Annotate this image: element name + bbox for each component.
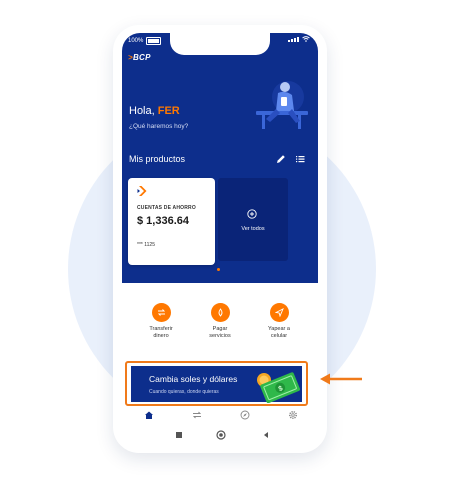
compass-icon[interactable] <box>240 410 250 420</box>
see-all-label: Ver todos <box>241 226 265 232</box>
yapear-action[interactable]: Yapear a celular <box>257 303 301 340</box>
plus-circle-icon <box>247 209 257 219</box>
greeting-prefix: Hola, <box>129 105 155 117</box>
header-panel: 100% >BCP Hola, FER ¿Qué haremos hoy? Mi… <box>122 33 318 283</box>
arrow-left-icon <box>320 373 362 385</box>
circle-icon[interactable] <box>216 430 226 440</box>
home-icon[interactable] <box>144 410 154 420</box>
banner-title: Cambia soles y dólares <box>149 374 238 384</box>
send-icon <box>269 303 289 322</box>
user-name: FER <box>157 105 180 117</box>
transfer-action[interactable]: Transferir dinero <box>139 303 183 340</box>
pay-label-1: Pagar <box>212 326 228 332</box>
greeting: Hola, FER <box>129 105 180 117</box>
yapear-label-2: celular <box>270 332 288 339</box>
greeting-subtitle: ¿Qué haremos hoy? <box>129 123 189 130</box>
transfer-label-2: dinero <box>153 332 169 339</box>
bottom-nav <box>122 410 318 424</box>
back-icon[interactable] <box>262 431 270 439</box>
account-balance: $ 1,336.64 <box>137 215 189 227</box>
signal-icon <box>288 37 299 42</box>
pay-services-action[interactable]: Pagar servicios <box>198 303 242 340</box>
carousel-indicator <box>217 268 220 271</box>
battery-icon <box>146 37 162 45</box>
settings-icon[interactable] <box>288 410 298 420</box>
logo-text: BCP <box>132 53 151 62</box>
products-title: Mis productos <box>129 154 186 164</box>
transfer-icon <box>151 303 171 322</box>
transfer-icon[interactable] <box>192 410 202 420</box>
savings-account-card[interactable]: CUENTAS DE AHORRO $ 1,336.64 *** 1125 <box>128 178 215 265</box>
bcp-logo: >BCP <box>128 53 151 62</box>
wifi-icon <box>302 36 310 42</box>
pencil-icon[interactable] <box>275 153 287 165</box>
transfer-label-1: Transferir <box>149 326 173 332</box>
banner-subtitle: Cuando quieras, donde quieras <box>149 389 219 395</box>
list-icon[interactable] <box>294 153 306 165</box>
pay-label-2: servicios <box>209 332 231 339</box>
drop-icon <box>210 303 230 322</box>
money-icon: $ <box>257 372 300 403</box>
battery-percent: 100% <box>128 38 144 44</box>
square-icon[interactable] <box>175 431 183 439</box>
person-illustration <box>256 81 308 129</box>
status-bar-right <box>288 36 310 42</box>
status-bar-left: 100% <box>128 37 162 45</box>
system-nav-bar <box>122 430 318 442</box>
see-all-button[interactable]: Ver todos <box>218 178 288 261</box>
account-number: *** 1125 <box>137 242 155 248</box>
phone-notch <box>170 33 270 55</box>
bcp-mark-icon <box>137 186 147 196</box>
account-type: CUENTAS DE AHORRO <box>137 205 196 211</box>
yapear-label-1: Yapear a <box>268 326 290 332</box>
